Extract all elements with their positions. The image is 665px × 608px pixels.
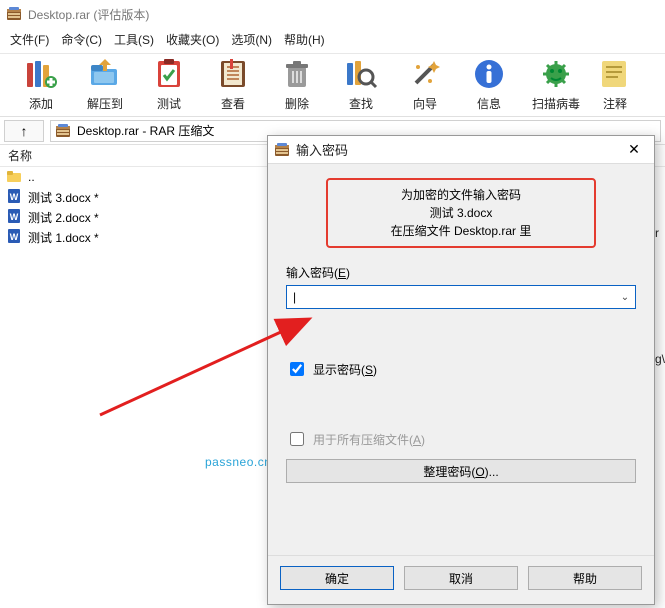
virus-scan-icon xyxy=(538,56,574,92)
address-text: Desktop.rar - RAR 压缩文 xyxy=(77,122,214,139)
organize-passwords-button[interactable]: 整理密码(O)... xyxy=(286,459,636,483)
toolbar-add[interactable]: 添加 xyxy=(16,56,66,112)
toolbar-wizard[interactable]: 向导 xyxy=(400,56,450,112)
password-dropdown-button[interactable]: ⌄ xyxy=(616,287,634,307)
use-for-all-checkbox[interactable]: 用于所有压缩文件(A) xyxy=(286,429,636,449)
cancel-button[interactable]: 取消 xyxy=(404,566,518,590)
file-name: 测试 2.docx * xyxy=(28,209,99,226)
dialog-close-button[interactable]: ✕ xyxy=(614,136,654,164)
toolbar-info[interactable]: 信息 xyxy=(464,56,514,112)
prompt-line3: 在压缩文件 Desktop.rar 里 xyxy=(336,222,586,240)
password-input[interactable] xyxy=(286,285,636,309)
chevron-down-icon: ⌄ xyxy=(621,292,629,303)
show-password-label: 显示密码(S) xyxy=(313,361,377,378)
clipped-text: r g\ xyxy=(655,220,665,373)
password-field-label: 输入密码(E) xyxy=(286,264,636,281)
titlebar: Desktop.rar (评估版本) xyxy=(0,0,665,28)
toolbar-scan-label: 扫描病毒 xyxy=(532,95,580,112)
wand-icon xyxy=(407,56,443,92)
toolbar-info-label: 信息 xyxy=(477,95,501,112)
menu-file[interactable]: 文件(F) xyxy=(10,31,49,48)
menu-tools[interactable]: 工具(S) xyxy=(114,31,154,48)
word-doc-icon: W xyxy=(6,188,22,207)
prompt-line1: 为加密的文件输入密码 xyxy=(336,186,586,204)
use-for-all-label: 用于所有压缩文件(A) xyxy=(313,431,425,448)
password-dialog: 输入密码 ✕ 为加密的文件输入密码 测试 3.docx 在压缩文件 Deskto… xyxy=(267,135,655,605)
help-button[interactable]: 帮助 xyxy=(528,566,642,590)
menu-command[interactable]: 命令(C) xyxy=(61,31,102,48)
dialog-icon xyxy=(274,142,290,158)
up-arrow-icon: ↑ xyxy=(21,123,28,139)
menu-options[interactable]: 选项(N) xyxy=(231,31,272,48)
dialog-footer: 确定 取消 帮助 xyxy=(268,555,654,604)
folder-extract-icon xyxy=(87,56,123,92)
toolbar-delete-label: 删除 xyxy=(285,95,309,112)
books-add-icon xyxy=(23,56,59,92)
svg-text:W: W xyxy=(10,232,19,242)
archive-icon xyxy=(55,123,71,139)
toolbar-view[interactable]: 查看 xyxy=(208,56,258,112)
toolbar-test[interactable]: 测试 xyxy=(144,56,194,112)
dialog-titlebar: 输入密码 ✕ xyxy=(268,136,654,164)
toolbar-scan[interactable]: 扫描病毒 xyxy=(528,56,584,112)
toolbar-comment[interactable]: 注释 xyxy=(598,56,632,112)
file-name: 测试 3.docx * xyxy=(28,189,99,206)
menubar: 文件(F) 命令(C) 工具(S) 收藏夹(O) 选项(N) 帮助(H) xyxy=(0,28,665,53)
toolbar-delete[interactable]: 删除 xyxy=(272,56,322,112)
parent-folder-label: .. xyxy=(28,170,35,184)
toolbar-find[interactable]: 查找 xyxy=(336,56,386,112)
show-password-checkbox[interactable]: 显示密码(S) xyxy=(286,359,636,379)
window-title: Desktop.rar (评估版本) xyxy=(28,6,149,23)
toolbar-test-label: 测试 xyxy=(157,95,181,112)
word-doc-icon: W xyxy=(6,228,22,247)
info-icon xyxy=(471,56,507,92)
trash-icon xyxy=(279,56,315,92)
book-view-icon xyxy=(215,56,251,92)
file-name: 测试 1.docx * xyxy=(28,229,99,246)
close-icon: ✕ xyxy=(628,141,640,158)
toolbar-find-label: 查找 xyxy=(349,95,373,112)
password-input-wrap: ⌄ xyxy=(286,285,636,309)
word-doc-icon: W xyxy=(6,208,22,227)
menu-fav[interactable]: 收藏夹(O) xyxy=(166,31,219,48)
nav-up-button[interactable]: ↑ xyxy=(4,120,44,142)
folder-icon xyxy=(6,168,22,187)
toolbar: 添加 解压到 测试 查看 删除 查找 向导 xyxy=(0,53,665,117)
use-for-all-check[interactable] xyxy=(290,432,304,446)
search-icon xyxy=(343,56,379,92)
dialog-title: 输入密码 xyxy=(296,140,608,159)
toolbar-add-label: 添加 xyxy=(29,95,53,112)
toolbar-wizard-label: 向导 xyxy=(413,95,437,112)
toolbar-view-label: 查看 xyxy=(221,95,245,112)
svg-text:W: W xyxy=(10,192,19,202)
svg-text:W: W xyxy=(10,212,19,222)
clipboard-test-icon xyxy=(151,56,187,92)
comment-icon xyxy=(597,56,633,92)
list-header-name: 名称 xyxy=(8,147,32,164)
prompt-line2: 测试 3.docx xyxy=(336,204,586,222)
toolbar-extract[interactable]: 解压到 xyxy=(80,56,130,112)
dialog-body: 为加密的文件输入密码 测试 3.docx 在压缩文件 Desktop.rar 里… xyxy=(268,164,654,555)
dialog-prompt: 为加密的文件输入密码 测试 3.docx 在压缩文件 Desktop.rar 里 xyxy=(326,178,596,248)
toolbar-extract-label: 解压到 xyxy=(87,95,123,112)
ok-button[interactable]: 确定 xyxy=(280,566,394,590)
toolbar-comment-label: 注释 xyxy=(603,95,627,112)
show-password-check[interactable] xyxy=(290,362,304,376)
menu-help[interactable]: 帮助(H) xyxy=(284,31,325,48)
watermark-text: passneo.cn xyxy=(205,455,271,469)
app-icon xyxy=(6,6,22,22)
